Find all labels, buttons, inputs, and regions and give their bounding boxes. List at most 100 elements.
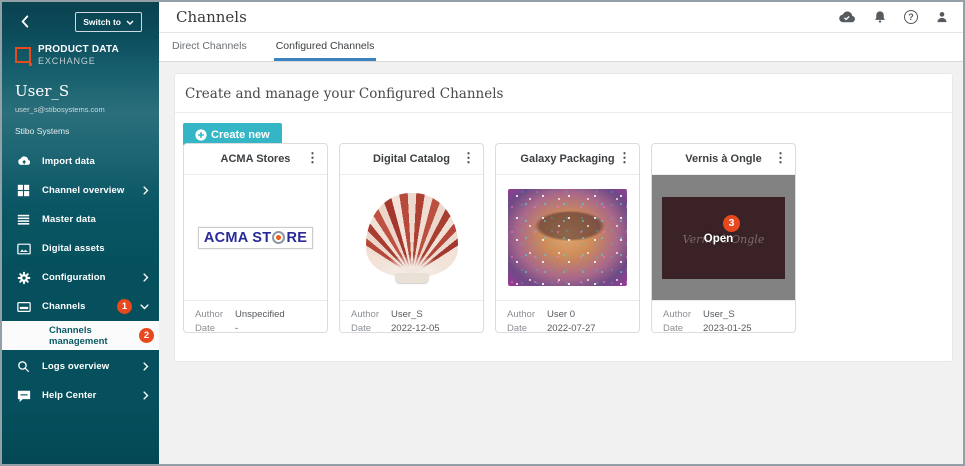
user-organization: Stibo Systems <box>15 126 105 136</box>
tab-direct-channels[interactable]: Direct Channels <box>170 33 249 61</box>
author-value: User_S <box>391 309 423 320</box>
sidebar-item-label: Logs overview <box>42 361 143 372</box>
channel-card-galaxy-packaging[interactable]: Galaxy Packaging ⋮ AuthorUser 0 Date2022… <box>495 143 640 333</box>
acma-logo-text-left: ACMA ST <box>204 230 272 246</box>
channel-cards: ACMA Stores ⋮ ACMA ST RE AuthorUnspecifi… <box>183 143 796 333</box>
help-button[interactable]: ? <box>904 10 918 24</box>
channel-card-acma-stores[interactable]: ACMA Stores ⋮ ACMA ST RE AuthorUnspecifi… <box>183 143 328 333</box>
question-glyph: ? <box>908 12 914 22</box>
person-icon <box>935 10 949 24</box>
sidebar-item-help-center[interactable]: Help Center <box>2 381 159 410</box>
date-label: Date <box>351 323 391 334</box>
brand-name-line2: EXCHANGE <box>38 56 119 66</box>
cloud-sync-button[interactable] <box>837 11 856 24</box>
cloud-upload-icon <box>15 154 32 169</box>
sidebar-item-label: Digital assets <box>42 243 149 254</box>
sidebar-item-master-data[interactable]: Master data <box>2 205 159 234</box>
author-label: Author <box>351 309 391 320</box>
channel-card-digital-catalog[interactable]: Digital Catalog ⋮ AuthorUser_S Date2022-… <box>339 143 484 333</box>
annotation-step-3-badge: 3 <box>723 215 740 232</box>
date-label: Date <box>195 323 235 334</box>
bell-icon <box>873 10 887 24</box>
vernis-image-hovered: Vernis à Ongle Open 3 <box>652 174 795 301</box>
sidebar-item-configuration[interactable]: Configuration <box>2 263 159 292</box>
search-icon <box>15 360 32 373</box>
gear-icon <box>15 271 32 285</box>
cloud-check-icon <box>837 11 856 24</box>
card-footer: AuthorUser_S Date2022-12-05 <box>340 301 483 339</box>
card-menu-button[interactable]: ⋮ <box>612 148 637 168</box>
tab-configured-channels[interactable]: Configured Channels <box>274 33 377 61</box>
sidebar-item-label: Master data <box>42 214 149 225</box>
main-area: Channels ? <box>159 2 963 464</box>
sidebar-item-channels[interactable]: Channels 1 <box>2 292 159 321</box>
chevron-left-icon <box>21 15 29 28</box>
grid-icon <box>15 184 32 197</box>
card-footer: AuthorUser 0 Date2022-07-27 <box>496 301 639 339</box>
card-footer: AuthorUser_S Date2023-01-25 <box>652 301 795 339</box>
sidebar-item-import-data[interactable]: Import data <box>2 147 159 176</box>
date-value: 2022-07-27 <box>547 323 596 334</box>
sidebar-item-channel-overview[interactable]: Channel overview <box>2 176 159 205</box>
card-menu-button[interactable]: ⋮ <box>768 148 793 168</box>
user-info: User_S user_s@stibosystems.com Stibo Sys… <box>15 82 105 136</box>
chevron-down-icon <box>140 304 149 310</box>
collapse-sidebar-button[interactable] <box>21 15 29 28</box>
chevron-down-icon <box>126 20 134 25</box>
sidebar: Switch to PRODUCT DATA EXCHANGE User_S u… <box>2 2 159 464</box>
acma-store-logo-image: ACMA ST RE <box>184 174 327 301</box>
tray-icon <box>15 300 32 314</box>
sidebar-item-label: Help Center <box>42 390 143 401</box>
top-bar: Channels ? <box>159 2 963 33</box>
sidebar-item-channels-management[interactable]: Channels management 2 <box>2 321 159 350</box>
date-value: 2022-12-05 <box>391 323 440 334</box>
date-value: 2023-01-25 <box>703 323 752 334</box>
vernis-graphic: Vernis à Ongle Open 3 <box>662 197 785 279</box>
sidebar-menu: Import data Channel overview Master data <box>2 147 159 350</box>
card-menu-button[interactable]: ⋮ <box>300 148 325 168</box>
chevron-right-icon <box>143 273 149 282</box>
author-label: Author <box>507 309 547 320</box>
annotation-step-2-badge: 2 <box>139 328 154 343</box>
configured-channels-panel: Create and manage your Configured Channe… <box>174 73 953 362</box>
account-button[interactable] <box>935 10 949 24</box>
seashell-image <box>340 174 483 301</box>
content-area: Create and manage your Configured Channe… <box>159 62 963 464</box>
chevron-right-icon <box>143 391 149 400</box>
chevron-right-icon <box>143 362 149 371</box>
plus-circle-icon <box>195 129 207 141</box>
user-name: User_S <box>15 82 105 100</box>
galaxy-graphic <box>508 189 627 286</box>
sidebar-item-label: Channel overview <box>42 185 143 196</box>
sidebar-item-digital-assets[interactable]: Digital assets <box>2 234 159 263</box>
sidebar-item-logs-overview[interactable]: Logs overview <box>2 352 159 381</box>
chevron-right-icon <box>143 186 149 195</box>
page-title: Channels <box>176 8 837 26</box>
date-label: Date <box>507 323 547 334</box>
tab-bar: Direct Channels Configured Channels <box>159 33 963 62</box>
open-button[interactable]: Open <box>662 233 775 245</box>
user-email: user_s@stibosystems.com <box>15 105 105 114</box>
date-label: Date <box>663 323 703 334</box>
sidebar-subitem-label: Channels management <box>49 325 139 347</box>
app-window: Switch to PRODUCT DATA EXCHANGE User_S u… <box>0 0 965 466</box>
sidebar-menu-secondary: Logs overview Help Center <box>2 352 159 410</box>
date-value: - <box>235 323 238 334</box>
chat-icon <box>15 389 32 403</box>
sidebar-item-label: Import data <box>42 156 149 167</box>
brand-logo-mark-icon <box>15 47 31 63</box>
author-value: User_S <box>703 309 735 320</box>
notifications-button[interactable] <box>873 10 887 24</box>
switch-to-button[interactable]: Switch to <box>75 12 142 32</box>
create-new-label: Create new <box>211 129 270 141</box>
acma-logo-text-right: RE <box>286 230 307 246</box>
top-bar-icons: ? <box>837 10 949 24</box>
help-icon: ? <box>904 10 918 24</box>
author-value: User 0 <box>547 309 575 320</box>
seashell-graphic <box>366 193 458 283</box>
galaxy-packaging-image <box>496 174 639 301</box>
sidebar-header: Switch to <box>2 2 159 38</box>
channel-card-vernis-a-ongle[interactable]: Vernis à Ongle ⋮ Vernis à Ongle Open 3 A… <box>651 143 796 333</box>
card-menu-button[interactable]: ⋮ <box>456 148 481 168</box>
author-label: Author <box>195 309 235 320</box>
